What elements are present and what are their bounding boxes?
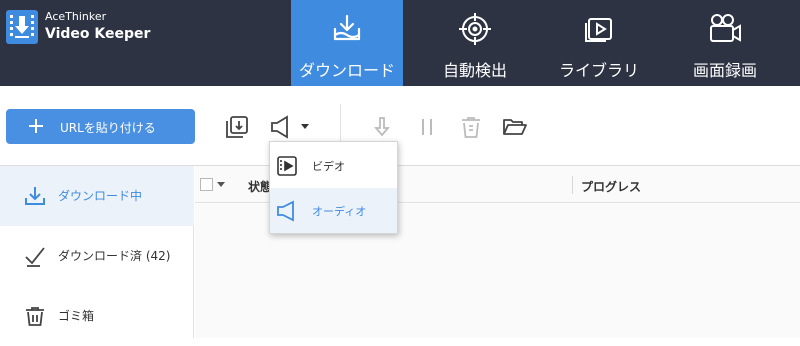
tab-label: ライブラリ [558,61,639,80]
tab-label: 自動検出 [442,61,507,80]
select-all-checkbox[interactable] [200,178,213,191]
tab-screen-record[interactable]: 画面録画 [669,0,781,86]
open-folder-icon [503,119,527,135]
sidebar-item-label: ダウンロード中 [58,189,143,203]
speaker-icon [277,200,294,222]
tab-library[interactable]: ライブラリ [543,0,655,86]
audio-format-button[interactable] [268,114,294,140]
open-folder-button[interactable] [501,114,529,140]
dropdown-caret-icon [301,124,309,129]
sidebar-item-label: ゴミ箱 [58,309,95,323]
menu-item-label: ビデオ [312,160,345,173]
menu-item-audio[interactable]: オーディオ [270,188,397,233]
tab-label: 画面録画 [692,61,757,80]
audio-format-icon [271,115,288,139]
delete-button[interactable] [459,114,483,140]
format-dropdown-toggle[interactable] [298,114,312,140]
tab-label: ダウンロード [298,61,395,80]
app-logo-icon [6,10,38,44]
download-copy-button[interactable] [224,114,250,140]
checked-icon [25,247,45,267]
pause-icon [422,119,432,135]
trash-icon [26,307,44,326]
format-dropdown-menu: ビデオ オーディオ [269,141,398,234]
sidebar-item-trash[interactable]: ゴミ箱 [0,286,194,346]
tab-download[interactable]: ダウンロード [291,0,403,86]
plus-icon [29,119,43,133]
video-camera-icon [707,12,743,46]
delete-icon [462,117,480,138]
brand: AceThinker Video Keeper [6,10,150,44]
target-icon [458,12,492,46]
library-play-icon [582,12,616,46]
pause-button[interactable] [415,114,439,140]
sidebar-item-downloaded[interactable]: ダウンロード済 (42) [0,226,194,286]
download-copy-icon [226,116,248,138]
sidebar-item-downloading[interactable]: ダウンロード中 [0,166,194,226]
column-header-progress[interactable]: プログレス [581,178,641,195]
brand-name-line1: AceThinker [45,10,107,23]
menu-item-label: オーディオ [312,205,367,218]
paste-url-button[interactable]: URLを貼り付ける [6,109,195,144]
paste-url-label: URLを貼り付ける [60,121,156,135]
app-header: AceThinker Video Keeper ダウンロード 自動検出 ライブラ… [0,0,800,86]
resume-download-button[interactable] [370,114,394,140]
resume-download-icon [374,117,390,137]
download-icon [25,187,45,205]
sidebar-item-label: ダウンロード済 (42) [58,249,171,263]
column-divider [572,176,573,194]
menu-item-video[interactable]: ビデオ [270,143,397,188]
sidebar: ダウンロード中 ダウンロード済 (42) ゴミ箱 [0,166,194,338]
select-menu-caret-icon[interactable] [217,182,225,187]
tab-auto-detect[interactable]: 自動検出 [419,0,531,86]
download-tray-icon [330,12,364,46]
brand-name-line2: Video Keeper [45,26,151,43]
video-file-icon [277,156,297,176]
